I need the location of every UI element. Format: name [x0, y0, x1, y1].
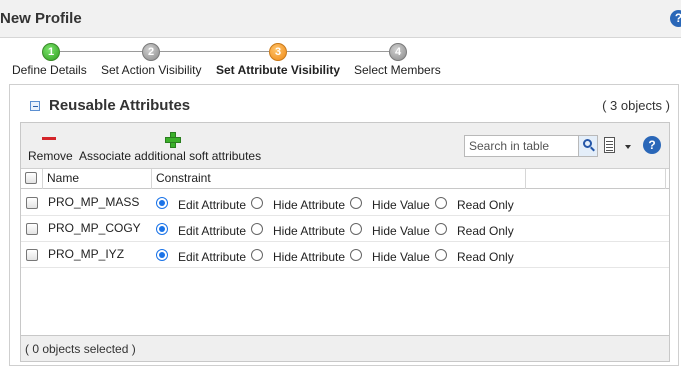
edit-attribute-radio[interactable]: [156, 249, 168, 261]
table-toolbar: Remove Associate additional soft attribu…: [21, 123, 669, 169]
row-checkbox[interactable]: [26, 197, 38, 209]
wizard-connector: [60, 51, 142, 52]
column-header-constraint[interactable]: Constraint: [152, 169, 526, 189]
title-bar: New Profile ?: [0, 0, 681, 38]
column-header-name[interactable]: Name: [43, 169, 152, 189]
step-1-label[interactable]: Define Details: [12, 63, 87, 77]
column-chooser-icon[interactable]: [604, 137, 615, 153]
select-all-cell: [21, 169, 43, 189]
hide-value-label: Hide Value: [372, 224, 430, 238]
collapse-icon[interactable]: [30, 101, 40, 111]
step-4-label[interactable]: Select Members: [354, 63, 441, 77]
help-icon-top[interactable]: ?: [670, 10, 681, 27]
wizard-connector: [287, 51, 389, 52]
help-icon[interactable]: ?: [643, 136, 661, 154]
table-row[interactable]: PRO_MP_IYZ Edit Attribute Hide Attribute…: [21, 242, 669, 268]
attribute-name: PRO_MP_COGY: [48, 221, 141, 235]
read-only-radio[interactable]: [435, 249, 447, 261]
table-row[interactable]: PRO_MP_MASS Edit Attribute Hide Attribut…: [21, 190, 669, 216]
edit-attribute-label: Edit Attribute: [178, 250, 247, 264]
hide-attribute-label: Hide Attribute: [273, 250, 346, 264]
step-1-icon[interactable]: 1: [42, 43, 60, 61]
row-checkbox[interactable]: [26, 249, 38, 261]
object-count: ( 3 objects ): [602, 98, 670, 113]
hide-value-label: Hide Value: [372, 250, 430, 264]
remove-button[interactable]: Remove: [28, 149, 73, 163]
search-button[interactable]: [578, 135, 598, 157]
hide-value-radio[interactable]: [350, 197, 362, 209]
step-3-icon[interactable]: 3: [269, 43, 287, 61]
table-row[interactable]: PRO_MP_COGY Edit Attribute Hide Attribut…: [21, 216, 669, 242]
section-title: Reusable Attributes: [49, 97, 191, 114]
hide-value-radio[interactable]: [350, 249, 362, 261]
read-only-radio[interactable]: [435, 223, 447, 235]
table-footer: ( 0 objects selected ): [21, 335, 669, 361]
hide-attribute-radio[interactable]: [251, 249, 263, 261]
read-only-label: Read Only: [457, 198, 514, 212]
step-4-icon[interactable]: 4: [389, 43, 407, 61]
row-checkbox[interactable]: [26, 223, 38, 235]
edit-attribute-label: Edit Attribute: [178, 224, 247, 238]
associate-attributes-button[interactable]: Associate additional soft attributes: [79, 149, 261, 163]
step-2-label[interactable]: Set Action Visibility: [101, 63, 202, 77]
hide-attribute-label: Hide Attribute: [273, 198, 346, 212]
wizard-steps: 1 Define Details 2 Set Action Visibility…: [0, 42, 681, 78]
hide-value-label: Hide Value: [372, 198, 430, 212]
add-icon[interactable]: [165, 132, 181, 148]
hide-attribute-label: Hide Attribute: [273, 224, 346, 238]
remove-icon[interactable]: [42, 137, 56, 140]
edit-attribute-radio[interactable]: [156, 197, 168, 209]
section-header: Reusable Attributes ( 3 objects ): [10, 85, 678, 123]
reusable-attributes-panel: Reusable Attributes ( 3 objects ) Remove…: [9, 84, 679, 366]
search-input[interactable]: [464, 135, 580, 157]
read-only-radio[interactable]: [435, 197, 447, 209]
read-only-label: Read Only: [457, 250, 514, 264]
selection-status: ( 0 objects selected ): [25, 342, 136, 356]
attribute-name: PRO_MP_IYZ: [48, 247, 125, 261]
step-3-label[interactable]: Set Attribute Visibility: [216, 63, 340, 77]
wizard-connector: [160, 51, 269, 52]
attributes-table: Remove Associate additional soft attribu…: [20, 122, 670, 362]
column-header-empty: [526, 169, 666, 189]
hide-value-radio[interactable]: [350, 223, 362, 235]
hide-attribute-radio[interactable]: [251, 197, 263, 209]
edit-attribute-label: Edit Attribute: [178, 198, 247, 212]
window-title: New Profile: [0, 10, 82, 27]
chevron-down-icon[interactable]: [625, 145, 631, 149]
select-all-checkbox[interactable]: [25, 172, 37, 184]
edit-attribute-radio[interactable]: [156, 223, 168, 235]
table-header: Name Constraint: [21, 169, 669, 189]
attribute-name: PRO_MP_MASS: [48, 195, 140, 209]
hide-attribute-radio[interactable]: [251, 223, 263, 235]
read-only-label: Read Only: [457, 224, 514, 238]
step-2-icon[interactable]: 2: [142, 43, 160, 61]
